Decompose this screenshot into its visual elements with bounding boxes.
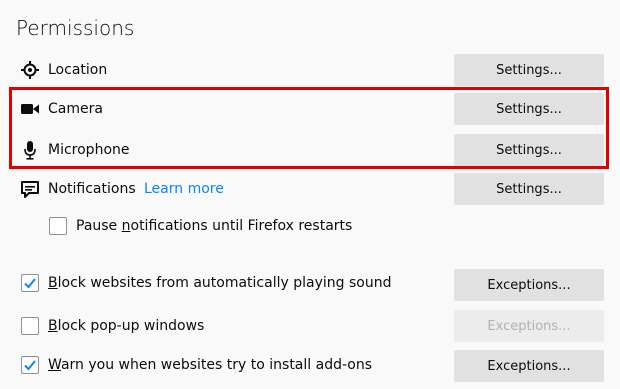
section-title: Permissions (16, 16, 135, 40)
notifications-icon (20, 180, 40, 200)
popups-exceptions-button[interactable]: Exceptions... (454, 310, 604, 342)
warn-addons-label: Warn you when websites try to install ad… (48, 357, 373, 373)
autoplay-exceptions-button[interactable]: Exceptions... (454, 269, 604, 301)
notifications-label: Notifications (48, 181, 136, 197)
block-popups-label: Block pop-up windows (48, 318, 205, 334)
addons-exceptions-button[interactable]: Exceptions... (454, 350, 604, 382)
block-autoplay-label: Block websites from automatically playin… (48, 275, 392, 291)
notifications-settings-button[interactable]: Settings... (454, 173, 604, 205)
checkmark-icon (24, 360, 36, 371)
highlight-box (9, 87, 609, 169)
block-autoplay-checkbox[interactable] (21, 274, 39, 292)
pause-notifications-label: Pause notifications until Firefox restar… (76, 218, 353, 234)
location-label: Location (48, 62, 108, 78)
pause-notifications-checkbox[interactable] (49, 217, 67, 235)
location-icon (20, 60, 40, 80)
warn-addons-checkbox[interactable] (21, 356, 39, 374)
block-popups-checkbox[interactable] (21, 317, 39, 335)
checkmark-icon (24, 278, 36, 289)
location-settings-button[interactable]: Settings... (454, 54, 604, 86)
learn-more-link[interactable]: Learn more (144, 179, 224, 199)
